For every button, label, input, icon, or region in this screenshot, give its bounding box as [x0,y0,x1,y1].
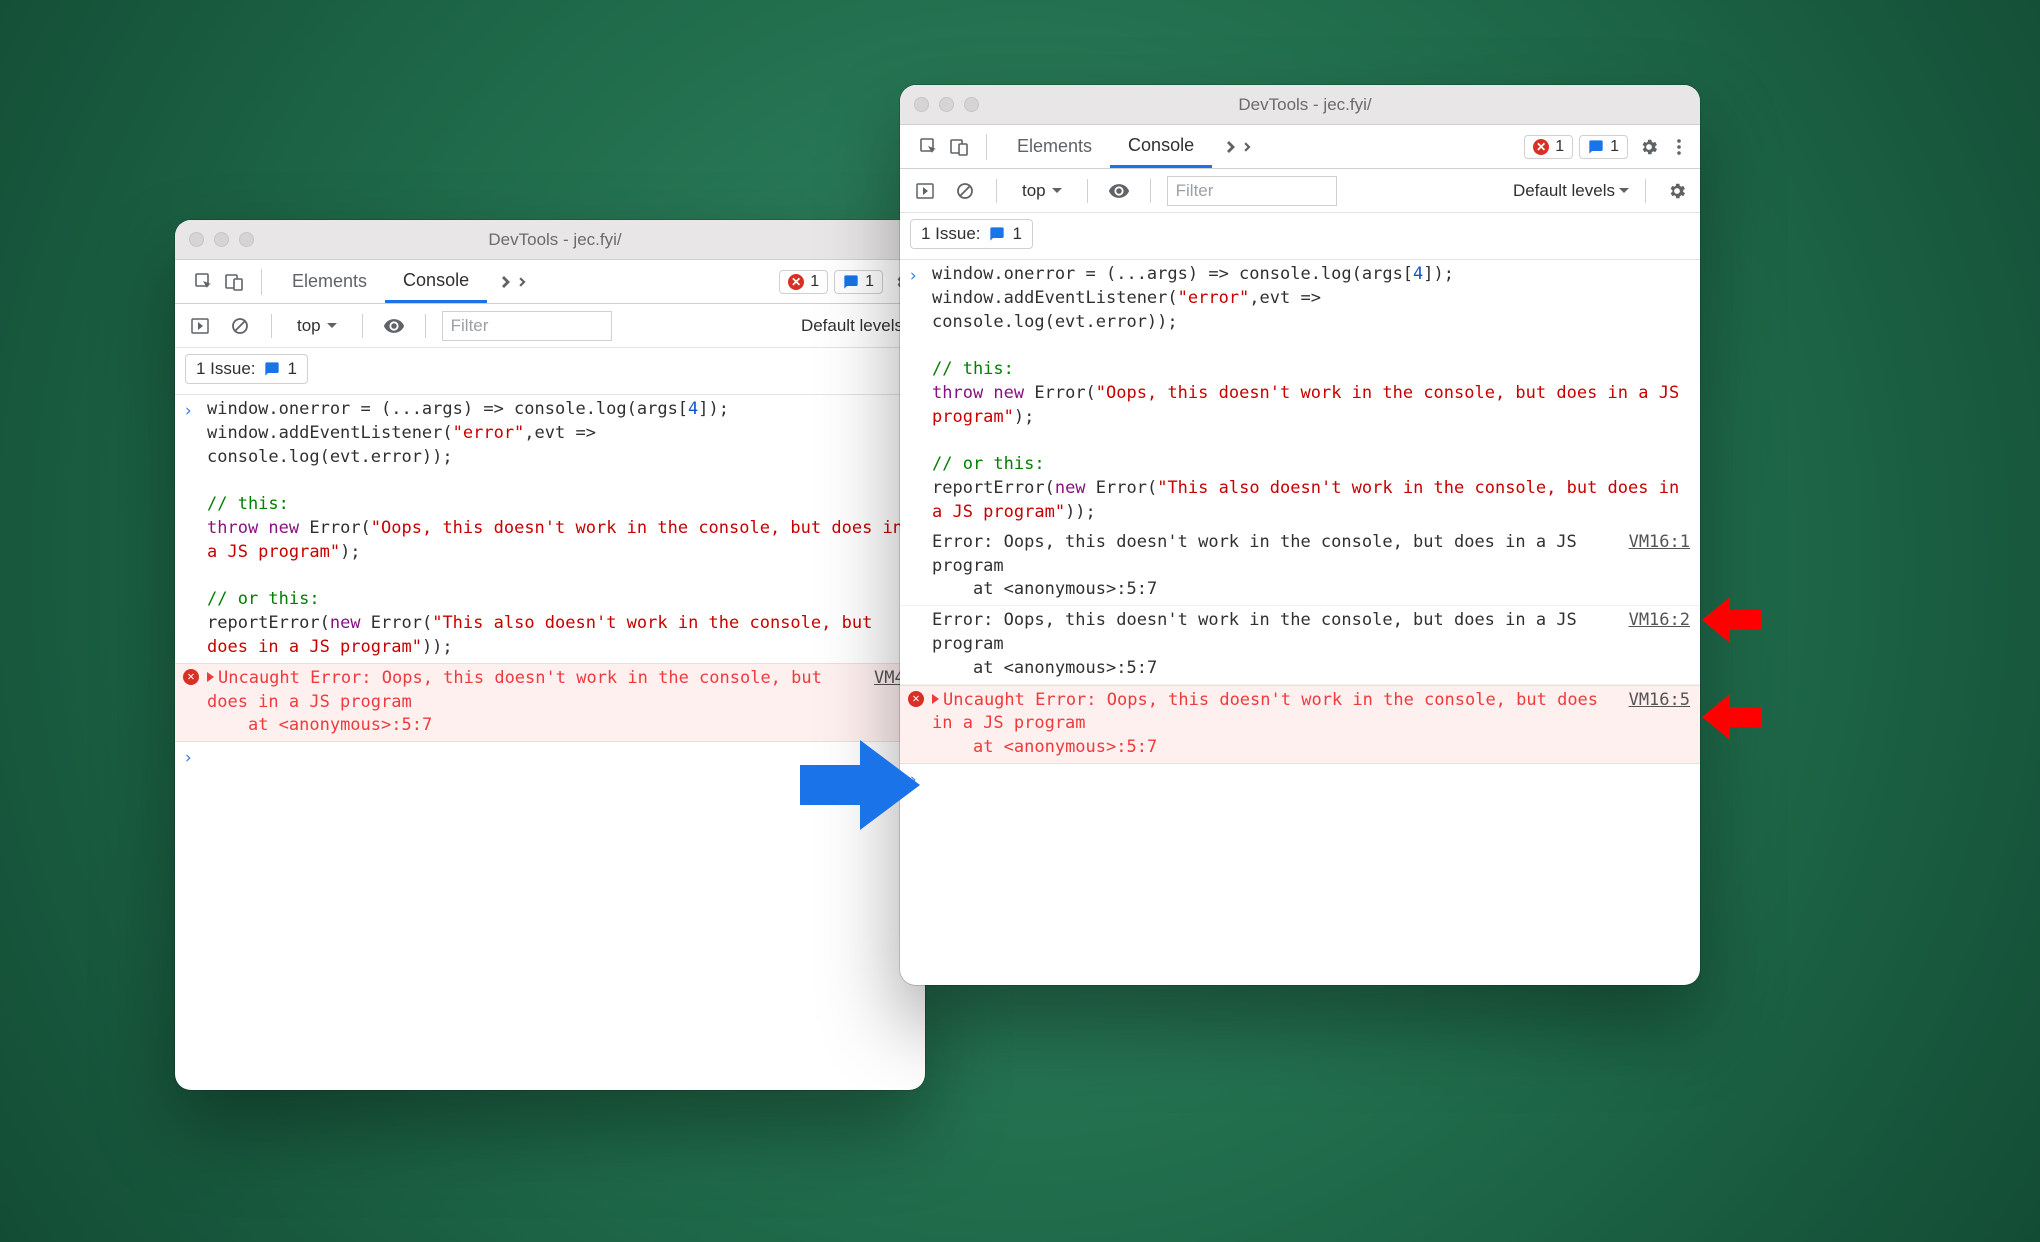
issues-label: 1 Issue: [921,224,981,244]
zoom-dot[interactable] [239,232,254,247]
console-toolbar: top Default levels [900,169,1700,213]
error-dot-icon: ✕ [1533,139,1549,155]
console-body: › window.onerror = (...args) => console.… [900,260,1700,985]
console-toolbar: top Default levels [175,304,925,348]
error-dot-icon: ✕ [788,274,804,290]
minimize-dot[interactable] [939,97,954,112]
expand-icon[interactable] [207,672,214,682]
console-prompt-row[interactable]: › [900,764,1700,796]
log-text: Error: Oops, this doesn't work in the co… [932,531,1609,602]
issues-button[interactable]: 1 Issue: 1 [910,219,1033,249]
traffic-lights[interactable] [189,232,254,247]
close-dot[interactable] [189,232,204,247]
error-icon: ✕ [908,691,924,707]
console-prompt-row[interactable]: › [175,742,925,774]
console-body: › window.onerror = (...args) => console.… [175,395,925,1090]
error-badge[interactable]: ✕ 1 [1524,135,1573,159]
issues-button[interactable]: 1 Issue: 1 [185,354,308,384]
console-input-code: window.onerror = (...args) => console.lo… [207,398,915,660]
issues-count: 1 [288,359,297,379]
info-count: 1 [1610,138,1619,156]
zoom-dot[interactable] [964,97,979,112]
close-dot[interactable] [914,97,929,112]
issues-label: 1 Issue: [196,359,256,379]
more-menu-icon[interactable] [1664,132,1694,162]
error-count: 1 [810,273,819,291]
console-error-row[interactable]: ✕ Uncaught Error: Oops, this doesn't wor… [175,663,925,742]
context-select[interactable]: top [288,313,346,339]
tab-elements[interactable]: Elements [999,125,1110,168]
source-link[interactable]: VM16:5 [1617,689,1690,760]
levels-label: Default levels [801,316,903,336]
console-input-row[interactable]: › window.onerror = (...args) => console.… [175,395,925,663]
device-toggle-icon[interactable] [219,267,249,297]
source-link[interactable]: VM16:1 [1617,531,1690,602]
context-label: top [1022,181,1046,201]
info-badge[interactable]: 1 [1579,135,1628,159]
clear-console-icon[interactable] [225,311,255,341]
inspect-icon[interactable] [914,132,944,162]
console-input-code: window.onerror = (...args) => console.lo… [932,263,1690,525]
live-expression-icon[interactable] [379,311,409,341]
info-icon [843,274,859,290]
source-link[interactable]: VM16:2 [1617,609,1690,680]
error-text: Uncaught Error: Oops, this doesn't work … [932,690,1608,758]
tab-elements[interactable]: Elements [274,260,385,303]
expand-icon[interactable] [932,694,939,704]
levels-label: Default levels [1513,181,1615,201]
issue-bar: 1 Issue: 1 [900,213,1700,260]
tab-overflow[interactable] [487,260,543,303]
issues-count: 1 [1013,224,1022,244]
error-icon: ✕ [183,669,199,685]
error-text: Uncaught Error: Oops, this doesn't work … [207,668,832,736]
clear-console-icon[interactable] [950,176,980,206]
error-count: 1 [1555,138,1564,156]
context-label: top [297,316,321,336]
filter-input[interactable] [442,311,612,341]
console-log-row[interactable]: Error: Oops, this doesn't work in the co… [900,606,1700,684]
devtools-window-left: DevTools - jec.fyi/ Elements Console ✕ 1… [175,220,925,1090]
inspect-icon[interactable] [189,267,219,297]
console-settings-icon[interactable] [1662,176,1692,206]
console-input-row[interactable]: › window.onerror = (...args) => console.… [900,260,1700,528]
window-title: DevTools - jec.fyi/ [254,230,856,250]
tab-console[interactable]: Console [1110,125,1212,168]
log-text: Error: Oops, this doesn't work in the co… [932,609,1609,680]
error-badge[interactable]: ✕ 1 [779,270,828,294]
info-icon [1588,139,1604,155]
window-title: DevTools - jec.fyi/ [979,95,1631,115]
issue-bar: 1 Issue: 1 [175,348,925,395]
issues-icon [264,361,280,377]
devtools-window-right: DevTools - jec.fyi/ Elements Console ✕ 1… [900,85,1700,985]
sidebar-toggle-icon[interactable] [185,311,215,341]
tabbar: Elements Console ✕ 1 1 [175,260,925,304]
log-levels-select[interactable]: Default levels [1513,181,1629,201]
tab-console[interactable]: Console [385,260,487,303]
info-badge[interactable]: 1 [834,270,883,294]
tabbar: Elements Console ✕ 1 1 [900,125,1700,169]
context-select[interactable]: top [1013,178,1071,204]
info-count: 1 [865,273,874,291]
sidebar-toggle-icon[interactable] [910,176,940,206]
issues-icon [989,226,1005,242]
traffic-lights[interactable] [914,97,979,112]
titlebar: DevTools - jec.fyi/ [175,220,925,260]
filter-input[interactable] [1167,176,1337,206]
console-error-row[interactable]: ✕ Uncaught Error: Oops, this doesn't wor… [900,685,1700,764]
minimize-dot[interactable] [214,232,229,247]
console-log-row[interactable]: Error: Oops, this doesn't work in the co… [900,528,1700,606]
device-toggle-icon[interactable] [944,132,974,162]
settings-icon[interactable] [1634,132,1664,162]
titlebar: DevTools - jec.fyi/ [900,85,1700,125]
live-expression-icon[interactable] [1104,176,1134,206]
tab-overflow[interactable] [1212,125,1268,168]
